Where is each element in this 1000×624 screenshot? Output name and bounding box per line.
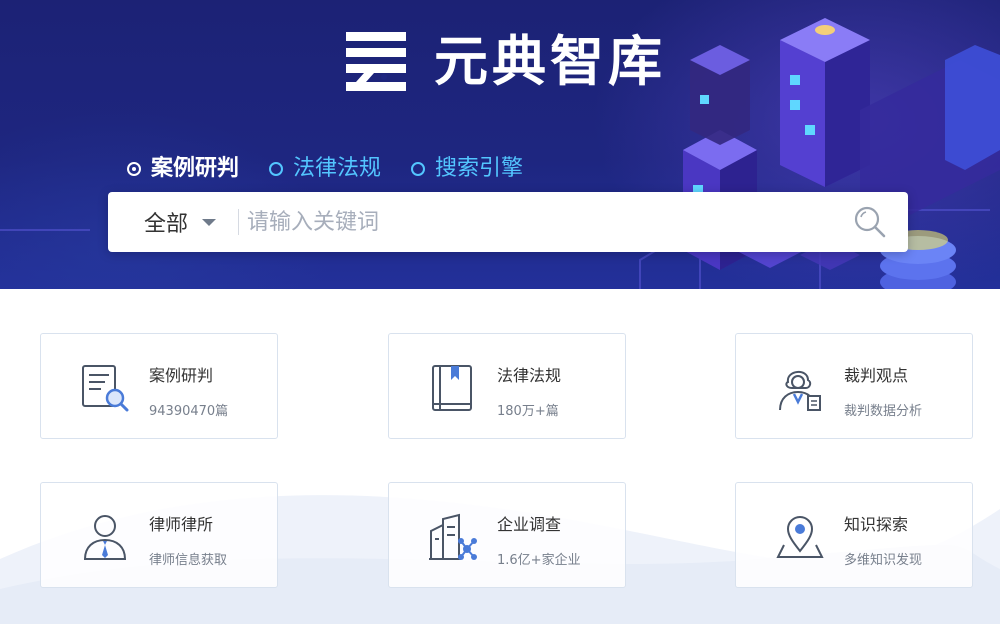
tab-label: 搜索引擎 [435, 156, 524, 181]
card-title: 裁判观点 [844, 366, 909, 385]
radio-unselected-icon [411, 162, 426, 176]
card-title: 知识探索 [844, 515, 909, 534]
search-bar: 全部 [108, 192, 908, 252]
brand-logo[interactable]: 元典智库 [344, 30, 666, 94]
case-document-search-icon [82, 365, 129, 412]
caret-down-icon [202, 218, 217, 226]
card-title: 律师律所 [149, 515, 214, 534]
hero-banner: 元典智库 案例研判 法律法规 搜索引擎 全部 [0, 0, 1000, 289]
card-knowledge-exploration[interactable]: 知识探索 多维知识发现 [735, 482, 973, 588]
card-subtitle: 1.6亿+家企业 [497, 553, 581, 568]
tab-label: 案例研判 [151, 156, 240, 181]
card-title: 企业调查 [497, 515, 562, 534]
search-scope-label: 全部 [144, 212, 189, 237]
brand-name: 元典智库 [434, 30, 666, 93]
search-scope-dropdown[interactable]: 全部 [108, 206, 238, 238]
tab-search-engine[interactable]: 搜索引擎 [411, 154, 523, 184]
brand-mark-icon [346, 32, 406, 91]
radio-unselected-icon [269, 162, 284, 176]
card-subtitle: 多维知识发现 [844, 553, 923, 568]
card-laws-regulations[interactable]: 法律法规 180万+篇 [388, 333, 626, 439]
judge-icon [779, 371, 821, 411]
lawyer-person-icon [83, 515, 127, 560]
card-title: 案例研判 [149, 366, 214, 385]
card-subtitle: 律师信息获取 [149, 553, 228, 568]
radio-selected-icon [127, 162, 141, 176]
card-subtitle: 94390470篇 [149, 404, 229, 419]
card-case-research[interactable]: 案例研判 94390470篇 [40, 333, 278, 439]
law-book-icon [432, 365, 472, 411]
card-enterprise-investigation[interactable]: 企业调查 1.6亿+家企业 [388, 482, 626, 588]
card-subtitle: 180万+篇 [497, 404, 559, 419]
tab-label: 法律法规 [293, 156, 382, 181]
search-input[interactable] [239, 201, 852, 243]
tab-case-research[interactable]: 案例研判 [127, 154, 239, 184]
card-judgment-views[interactable]: 裁判观点 裁判数据分析 [735, 333, 973, 439]
tab-laws-regulations[interactable]: 法律法规 [269, 154, 381, 184]
search-type-tabs: 案例研判 法律法规 搜索引擎 [127, 154, 553, 184]
card-lawyers-firms[interactable]: 律师律所 律师信息获取 [40, 482, 278, 588]
knowledge-map-pin-icon [776, 516, 824, 558]
company-building-icon [429, 513, 477, 560]
card-subtitle: 裁判数据分析 [844, 404, 923, 419]
search-icon[interactable] [852, 204, 888, 240]
card-title: 法律法规 [497, 366, 562, 385]
